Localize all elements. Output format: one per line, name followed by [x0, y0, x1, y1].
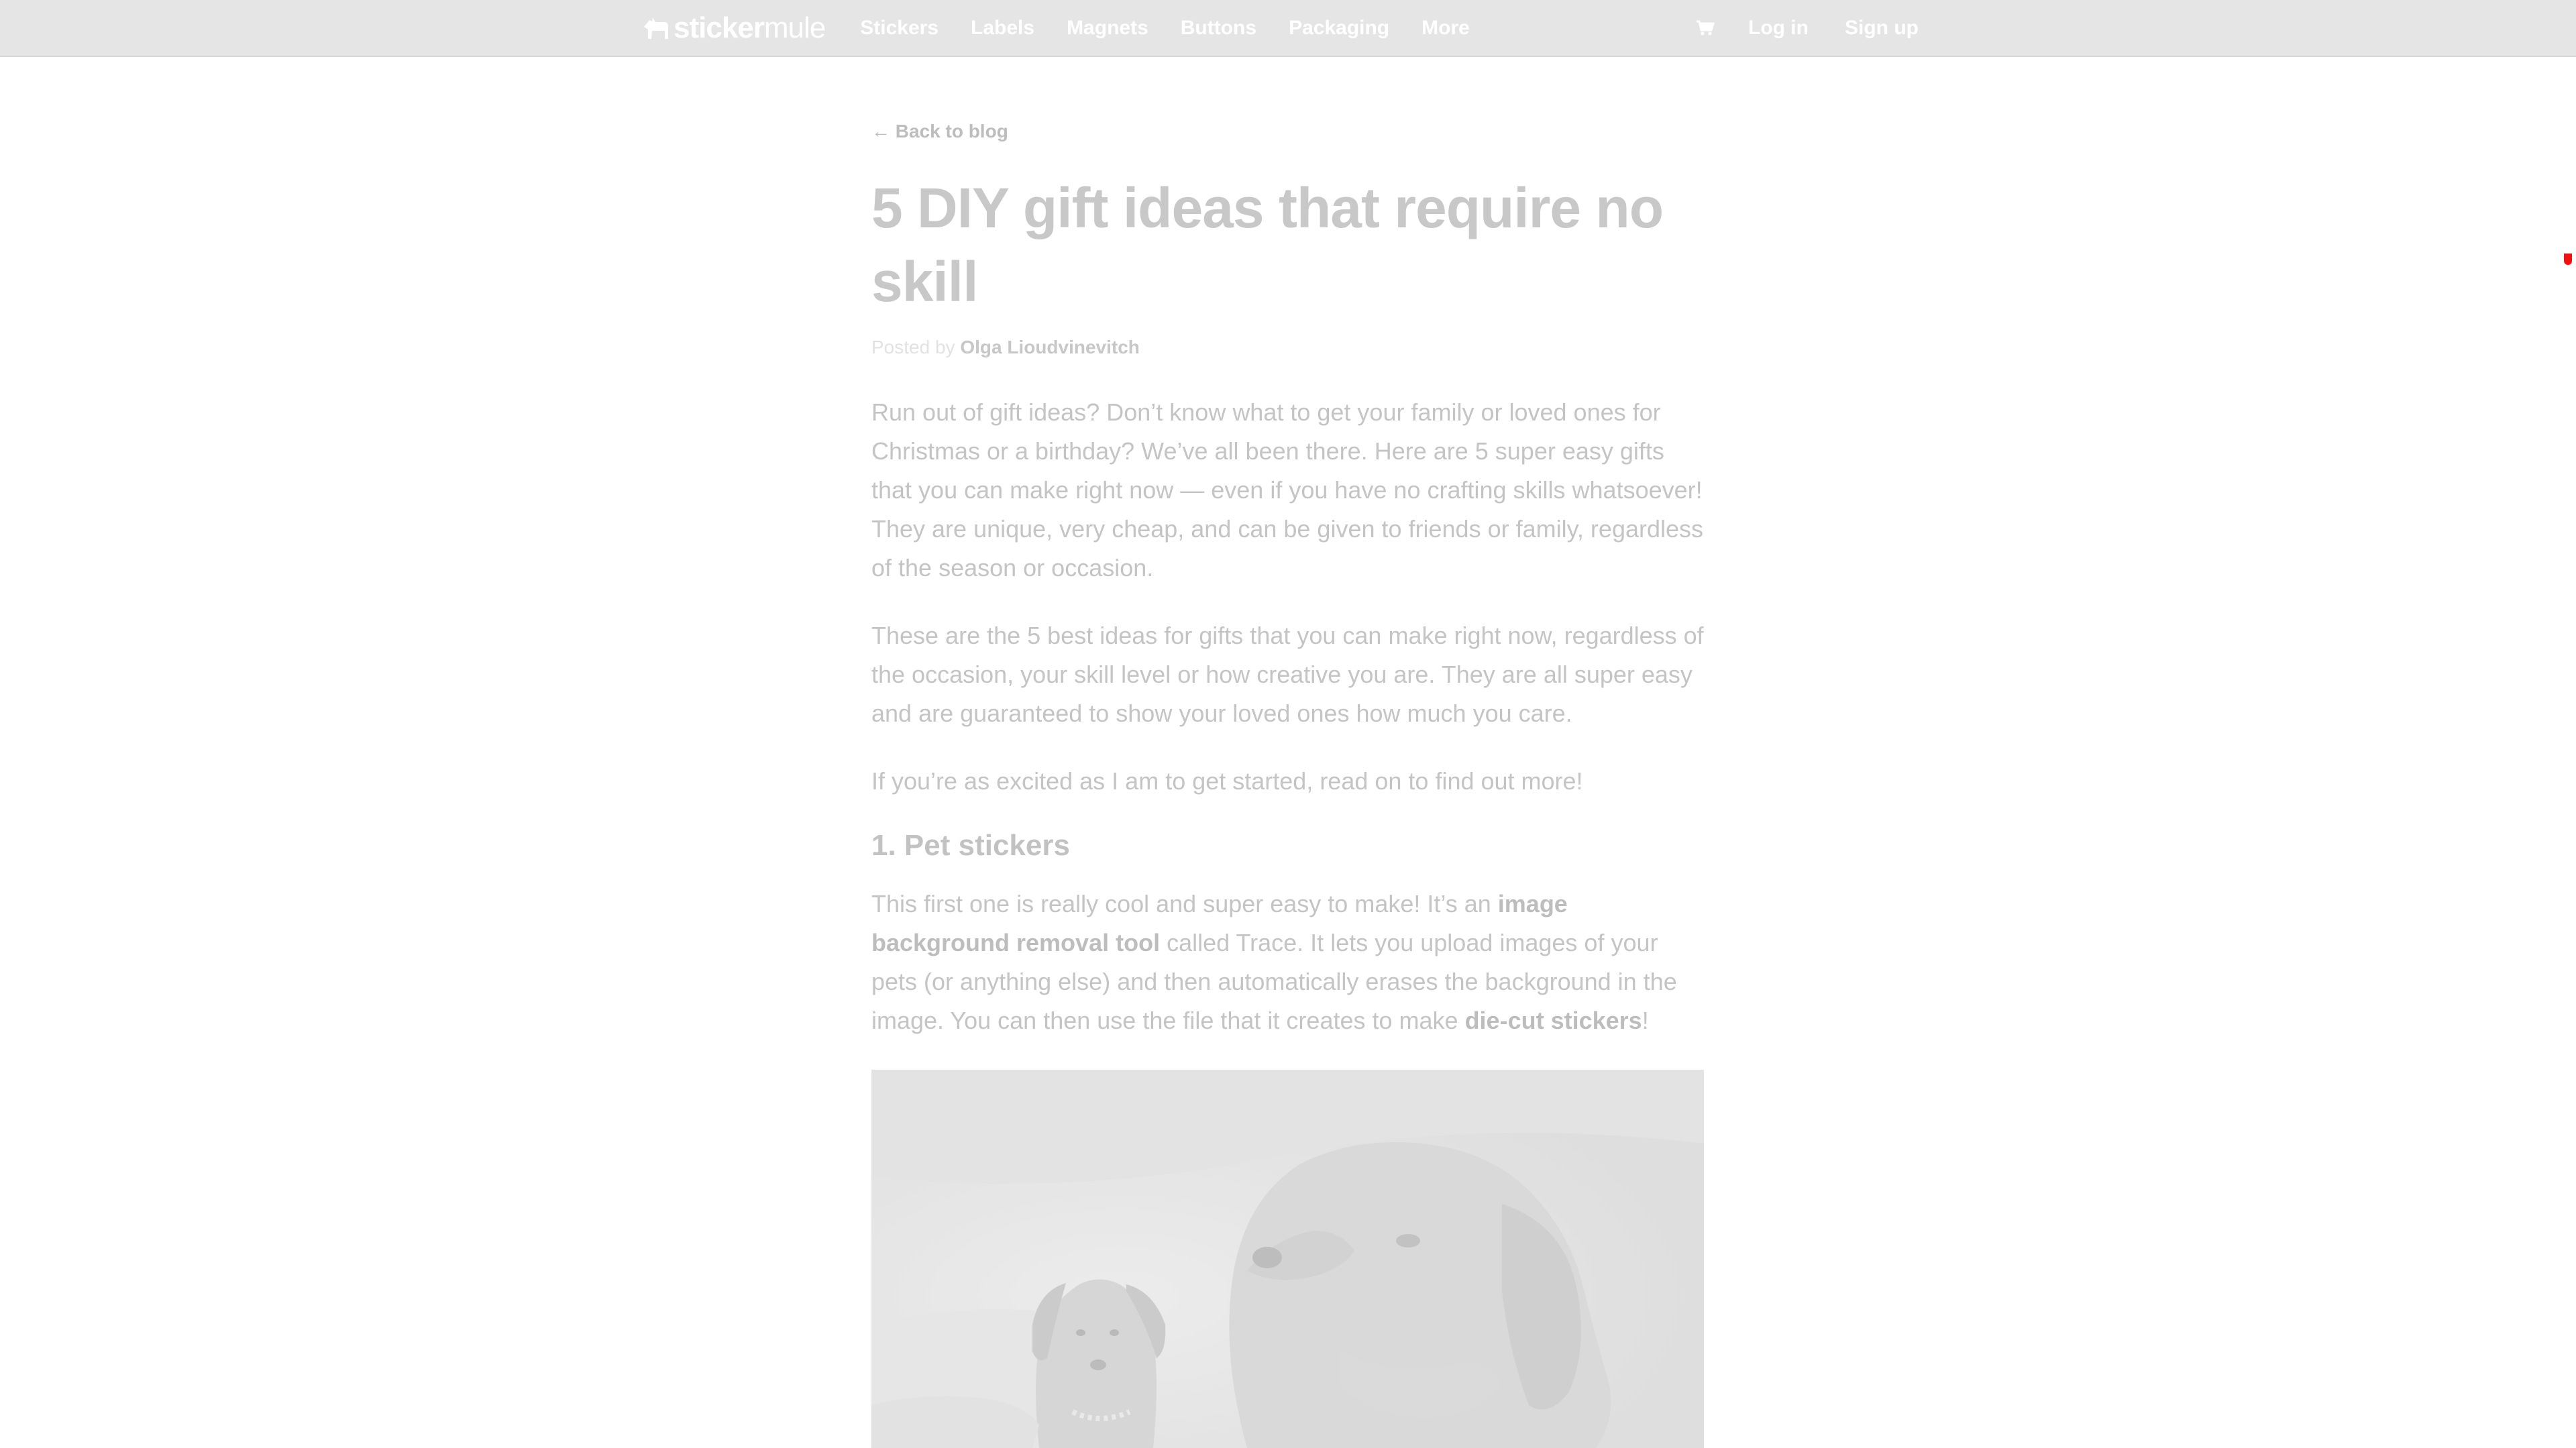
- paragraph-text: This first one is really cool and super …: [871, 890, 1498, 917]
- signup-link[interactable]: Sign up: [1845, 17, 1919, 40]
- dogs-photo-illustration: [871, 1070, 1704, 1448]
- byline: Posted by Olga Lioudvinevitch: [871, 337, 1140, 358]
- article-title: 5 DIY gift ideas that require no skill: [871, 176, 1664, 313]
- cart-icon: [1697, 20, 1715, 35]
- top-navbar: sticker mule Stickers Labels Magnets Butt…: [0, 0, 2576, 57]
- intro-paragraph-3: If you’re as excited as I am to get star…: [871, 767, 1583, 795]
- paragraph-text: !: [1642, 1007, 1649, 1034]
- mule-logo-icon: [644, 17, 668, 39]
- logo-text-mule: mule: [763, 11, 826, 44]
- pet-stickers-paragraph: This first one is really cool and super …: [871, 885, 1704, 1040]
- nav-right-group: Log in Sign up: [1696, 0, 1919, 56]
- login-link[interactable]: Log in: [1748, 17, 1809, 40]
- nav-link-more[interactable]: More: [1421, 17, 1470, 40]
- scroll-position-marker: [2564, 254, 2572, 265]
- nav-link-stickers[interactable]: Stickers: [860, 17, 938, 40]
- intro-paragraph-2: These are the 5 best ideas for gifts tha…: [871, 622, 1704, 727]
- nav-link-buttons[interactable]: Buttons: [1181, 17, 1256, 40]
- logo-text-sticker: sticker: [674, 11, 765, 44]
- nav-link-packaging[interactable]: Packaging: [1289, 17, 1389, 40]
- back-to-blog-link[interactable]: ← Back to blog: [871, 121, 1008, 142]
- byline-prefix: Posted by: [871, 337, 961, 357]
- author-link[interactable]: Olga Lioudvinevitch: [960, 337, 1140, 357]
- section-heading-pet-stickers: 1. Pet stickers: [871, 829, 1070, 862]
- intro-paragraph-1: Run out of gift ideas? Don’t know what t…: [871, 398, 1704, 581]
- nav-link-labels[interactable]: Labels: [971, 17, 1034, 40]
- die-cut-stickers-link[interactable]: die-cut stickers: [1465, 1007, 1642, 1034]
- stickermule-logo[interactable]: sticker mule: [643, 0, 826, 56]
- cart-button[interactable]: [1696, 20, 1715, 36]
- nav-link-magnets[interactable]: Magnets: [1067, 17, 1148, 40]
- nav-left-group: sticker mule Stickers Labels Magnets Butt…: [643, 0, 1502, 56]
- dogs-photo: [871, 1070, 1704, 1448]
